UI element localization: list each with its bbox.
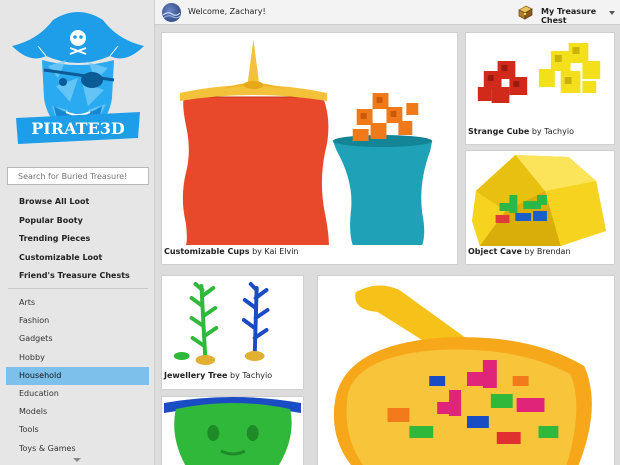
category-item-hobby[interactable]: Hobby [0, 349, 155, 367]
card-image-customizable-cups[interactable] [162, 33, 457, 245]
card-by: by [524, 247, 535, 256]
category-item-education[interactable]: Education [0, 385, 155, 403]
card-title[interactable]: Strange Cube [468, 127, 529, 136]
treasure-chest-icon[interactable] [517, 4, 534, 20]
sidebar-divider [8, 288, 148, 289]
card-green-dome[interactable] [161, 396, 304, 465]
svg-text:PIRATE3D: PIRATE3D [31, 119, 125, 138]
category-item-models[interactable]: Models [0, 403, 155, 421]
nav-item-friends-treasure-chests[interactable]: Friend's Treasure Chests [0, 267, 155, 286]
sidebar: PIRATE3D Browse All Loot Popular Booty T… [0, 0, 155, 465]
nav-item-trending-pieces[interactable]: Trending Pieces [0, 230, 155, 249]
card-by: by [230, 371, 240, 380]
card-strange-cube[interactable]: Strange Cube by Tachyio [465, 32, 615, 145]
card-author[interactable]: Brendan [537, 247, 571, 256]
card-caption: Strange Cube by Tachyio [466, 123, 614, 144]
category-item-household[interactable]: Household [6, 366, 149, 385]
card-title[interactable]: Customizable Cups [164, 247, 250, 256]
main-nav: Browse All Loot Popular Booty Trending P… [0, 193, 155, 286]
card-image-object-cave[interactable] [466, 151, 614, 246]
card-title[interactable]: Jewellery Tree [164, 371, 227, 380]
category-item-toys-games[interactable]: Toys & Games [0, 440, 155, 458]
card-caption: Customizable Cups by Kai Elvin [162, 244, 457, 264]
category-item-arts[interactable]: Arts [0, 294, 155, 312]
card-caption: Object Cave by Brendan [466, 244, 614, 264]
nav-item-browse-all-loot[interactable]: Browse All Loot [0, 193, 155, 212]
card-image-green-dome[interactable] [162, 397, 303, 465]
chevron-down-icon[interactable] [609, 11, 615, 15]
card-colander[interactable] [317, 275, 615, 465]
scroll-down-arrow-icon[interactable] [73, 458, 81, 462]
card-by: by [252, 247, 262, 256]
search-input[interactable] [7, 167, 149, 185]
card-by: by [531, 127, 542, 136]
card-customizable-cups[interactable]: Customizable Cups by Kai Elvin [161, 32, 458, 265]
my-treasure-chest-menu[interactable]: My Treasure Chest [541, 7, 620, 25]
card-image-colander[interactable] [318, 276, 614, 465]
card-object-cave[interactable]: Object Cave by Brendan [465, 150, 615, 265]
card-image-jewellery-tree[interactable] [162, 276, 303, 368]
card-author[interactable]: Kai Elvin [264, 247, 298, 256]
card-jewellery-tree[interactable]: Jewellery Tree by Tachyio [161, 275, 304, 390]
card-author[interactable]: Tachyio [242, 371, 272, 380]
category-item-gadgets[interactable]: Gadgets [0, 330, 155, 348]
top-bar: Welcome, Zachary! My Treasure Chest [155, 0, 620, 25]
card-title[interactable]: Object Cave [468, 247, 522, 256]
nav-item-popular-booty[interactable]: Popular Booty [0, 212, 155, 231]
card-image-strange-cube[interactable] [466, 33, 614, 125]
welcome-message: Welcome, Zachary! [188, 7, 266, 16]
user-avatar[interactable] [162, 3, 181, 22]
card-caption: Jewellery Tree by Tachyio [162, 366, 303, 389]
category-nav: Arts Fashion Gadgets Hobby Household Edu… [0, 294, 155, 458]
pirate3d-logo[interactable]: PIRATE3D [8, 6, 148, 154]
nav-item-customizable-loot[interactable]: Customizable Loot [0, 249, 155, 268]
category-item-fashion[interactable]: Fashion [0, 312, 155, 330]
category-item-tools[interactable]: Tools [0, 421, 155, 439]
card-author[interactable]: Tachyio [544, 127, 574, 136]
